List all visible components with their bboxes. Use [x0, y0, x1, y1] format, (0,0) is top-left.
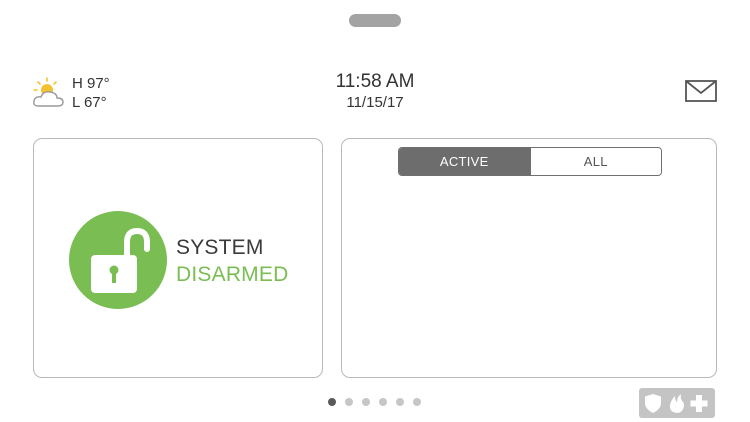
- emergency-button[interactable]: [639, 388, 715, 418]
- sensor-filter-toggle[interactable]: ACTIVE ALL: [398, 147, 662, 176]
- high-temperature: H 97°: [72, 75, 110, 92]
- temperature-readout: H 97° L 67°: [72, 74, 110, 112]
- status-line-disarmed: DISARMED: [176, 263, 289, 286]
- page-dot[interactable]: [328, 398, 336, 406]
- medical-cross-icon: [690, 395, 708, 412]
- current-time: 11:58 AM: [335, 71, 415, 92]
- envelope-icon: [685, 80, 717, 102]
- sensor-list-panel: ACTIVE ALL: [341, 138, 717, 378]
- arming-status: SYSTEM DISARMED: [176, 234, 288, 288]
- low-temperature: L 67°: [72, 94, 107, 111]
- fire-icon: [669, 394, 684, 413]
- partly-cloudy-icon: [33, 77, 64, 107]
- page-dot[interactable]: [362, 398, 370, 406]
- page-indicator[interactable]: [328, 398, 421, 406]
- page-dot[interactable]: [379, 398, 387, 406]
- status-line-system: SYSTEM: [176, 236, 264, 259]
- filter-active-tab[interactable]: ACTIVE: [399, 148, 530, 175]
- page-dot[interactable]: [345, 398, 353, 406]
- unlocked-padlock-icon: [69, 211, 167, 309]
- current-date: 11/15/17: [346, 94, 404, 111]
- clock: 11:58 AM 11/15/17: [300, 71, 450, 112]
- weather-widget[interactable]: H 97° L 67°: [32, 74, 152, 114]
- messages-button[interactable]: [685, 80, 717, 107]
- drawer-handle[interactable]: [349, 14, 401, 27]
- shield-icon: [645, 394, 661, 413]
- page-dot[interactable]: [413, 398, 421, 406]
- page-dot[interactable]: [396, 398, 404, 406]
- filter-all-tab[interactable]: ALL: [529, 148, 661, 175]
- security-status-panel[interactable]: SYSTEM DISARMED: [33, 138, 323, 378]
